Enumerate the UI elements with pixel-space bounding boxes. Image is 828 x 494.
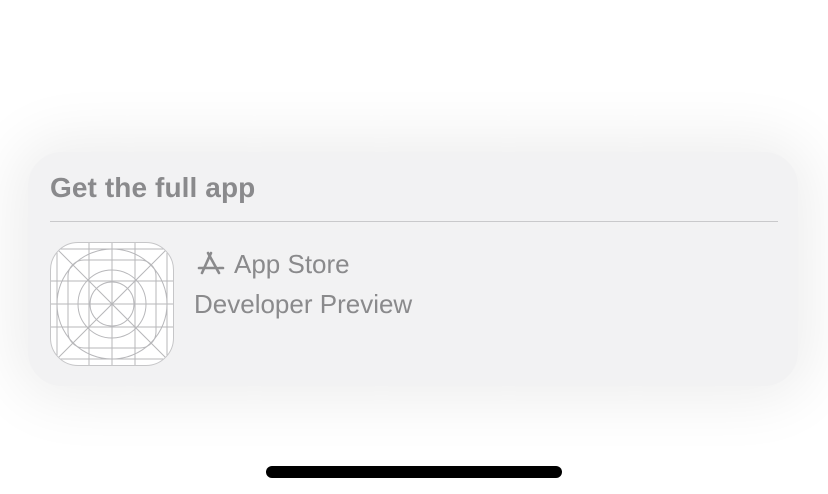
app-icon[interactable] [50,242,174,366]
home-indicator[interactable] [266,466,562,478]
divider [50,221,778,222]
screen: Get the full app App Store Developer Pre… [0,0,828,494]
card-title: Get the full app [50,172,256,203]
store-label: App Store [234,248,350,279]
app-clip-card[interactable]: Get the full app App Store Developer Pre… [28,152,798,386]
store-row: App Store [196,248,350,280]
app-subtitle: Developer Preview [194,289,413,319]
app-store-icon [196,249,226,279]
app-icon-grid-graphic [51,243,173,365]
